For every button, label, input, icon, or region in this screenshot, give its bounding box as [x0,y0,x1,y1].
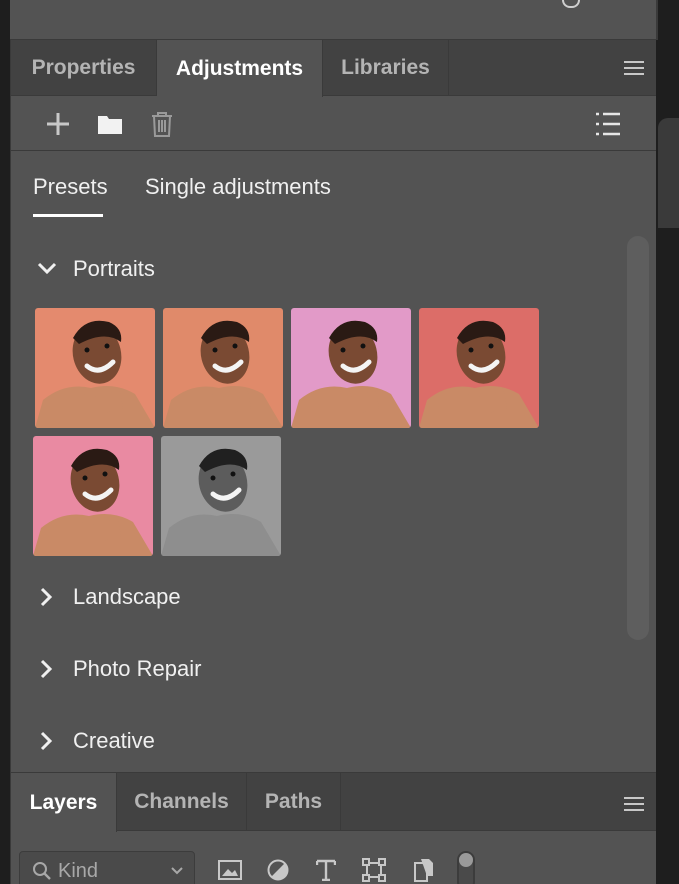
preset-thumbnail[interactable] [161,436,281,556]
subtab-single-adjustments[interactable]: Single adjustments [145,174,331,200]
section-label: Landscape [73,584,181,609]
tab-paths[interactable]: Paths [247,773,341,831]
tab-adjustments[interactable]: Adjustments [157,40,323,97]
list-view-icon[interactable] [593,109,623,139]
tab-libraries[interactable]: Libraries [323,40,449,96]
kind-filter-label: Kind [58,859,99,882]
tab-channels[interactable]: Channels [117,773,247,831]
chevron-right-icon [35,585,59,609]
section-label: Photo Repair [73,656,202,681]
kind-filter-select[interactable]: Kind [19,851,195,884]
preset-thumbnail[interactable] [291,308,411,428]
chevron-right-icon [35,657,59,681]
tab-layers[interactable]: Layers [11,773,117,832]
type-filter-icon[interactable] [313,857,339,883]
preset-thumbnail[interactable] [419,308,539,428]
folder-icon[interactable] [95,109,125,139]
layers-menu-icon[interactable] [624,797,644,811]
active-subtab-indicator [33,214,103,217]
layers-panel: Layers Channels Paths Kind [10,772,656,884]
preset-thumbnail[interactable] [35,308,155,428]
section-label: Creative [73,728,155,753]
section-photo-repair[interactable]: Photo Repair [35,656,201,682]
section-portraits[interactable]: Portraits [35,256,155,282]
layers-tab-bar: Layers Channels Paths [11,773,656,832]
image-filter-icon[interactable] [217,857,243,883]
shape-filter-icon[interactable] [361,857,387,883]
search-icon [33,862,51,880]
adjustments-subtabs: Presets Single adjustments [11,152,656,222]
dock-collapse-handle[interactable] [658,118,679,228]
filter-toggle-icon[interactable] [455,851,477,884]
upper-panel-strip [10,0,656,40]
right-dock-edge [656,0,679,884]
adjustments-panel: Properties Adjustments Libraries Presets… [10,40,656,772]
trash-icon[interactable] [147,109,177,139]
chevron-down-icon [171,867,183,875]
preset-thumbnail[interactable] [163,308,283,428]
plus-icon[interactable] [43,109,73,139]
panel-menu-icon[interactable] [624,61,644,75]
chevron-right-icon [35,729,59,753]
section-creative[interactable]: Creative [35,728,155,754]
smart-object-filter-icon[interactable] [411,857,437,883]
preset-thumbnail[interactable] [33,436,153,556]
chevron-down-icon [35,257,59,281]
section-landscape[interactable]: Landscape [35,584,181,610]
panel-tab-bar: Properties Adjustments Libraries [11,40,656,97]
adjustments-toolbar [11,97,656,151]
tab-properties[interactable]: Properties [11,40,157,96]
adjustment-filter-icon[interactable] [265,857,291,883]
section-label: Portraits [73,256,155,281]
scrollbar-thumb[interactable] [627,236,649,640]
subtab-presets[interactable]: Presets [33,174,108,200]
